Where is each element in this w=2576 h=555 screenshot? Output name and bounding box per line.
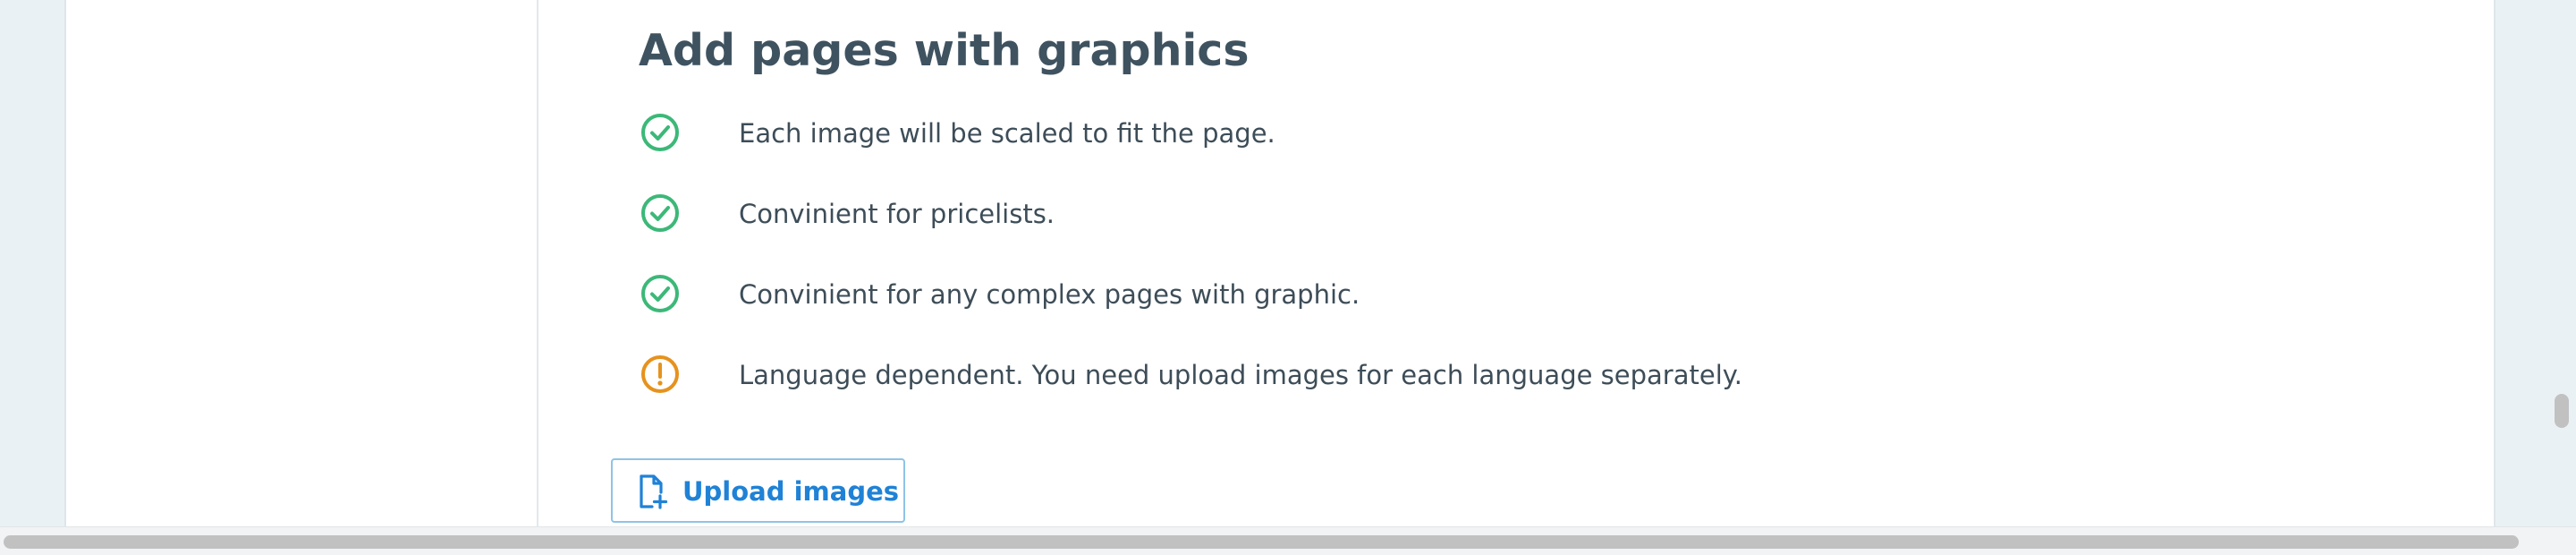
horizontal-scrollbar-thumb[interactable] [4, 535, 2519, 549]
feature-text: Each image will be scaled to fit the pag… [739, 118, 1275, 149]
horizontal-scrollbar[interactable] [0, 526, 2576, 555]
feature-text: Convinient for any complex pages with gr… [739, 279, 1360, 310]
vertical-scrollbar-thumb[interactable] [2555, 394, 2569, 428]
file-plus-icon [640, 474, 668, 509]
main-panel [64, 0, 2496, 526]
upload-images-button[interactable]: Upload images [611, 458, 905, 523]
check-circle-icon [641, 114, 679, 151]
check-circle-icon [641, 194, 679, 232]
page-title: Add pages with graphics [639, 25, 1250, 76]
warning-circle-icon [641, 355, 679, 393]
check-circle-icon [641, 275, 679, 312]
upload-images-label: Upload images [682, 476, 900, 507]
feature-text: Language dependent. You need upload imag… [739, 360, 1743, 390]
feature-text: Convinient for pricelists. [739, 199, 1055, 229]
column-divider [537, 0, 538, 526]
